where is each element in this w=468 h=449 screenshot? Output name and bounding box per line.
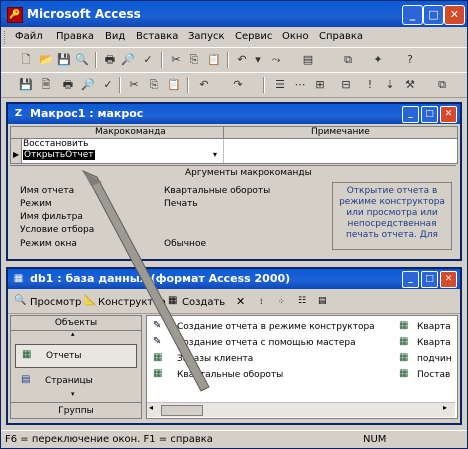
num-lock-indicator: NUM (363, 434, 387, 445)
access-window: 🔑 Microsoft Access _ □ ✕ Файл Правка Вид… (0, 0, 468, 449)
status-bar: F6 = переключение окон. F1 = справка NUM (1, 430, 467, 448)
status-text: F6 = переключение окон. F1 = справка (5, 434, 213, 445)
drag-arrow (81, 169, 210, 392)
